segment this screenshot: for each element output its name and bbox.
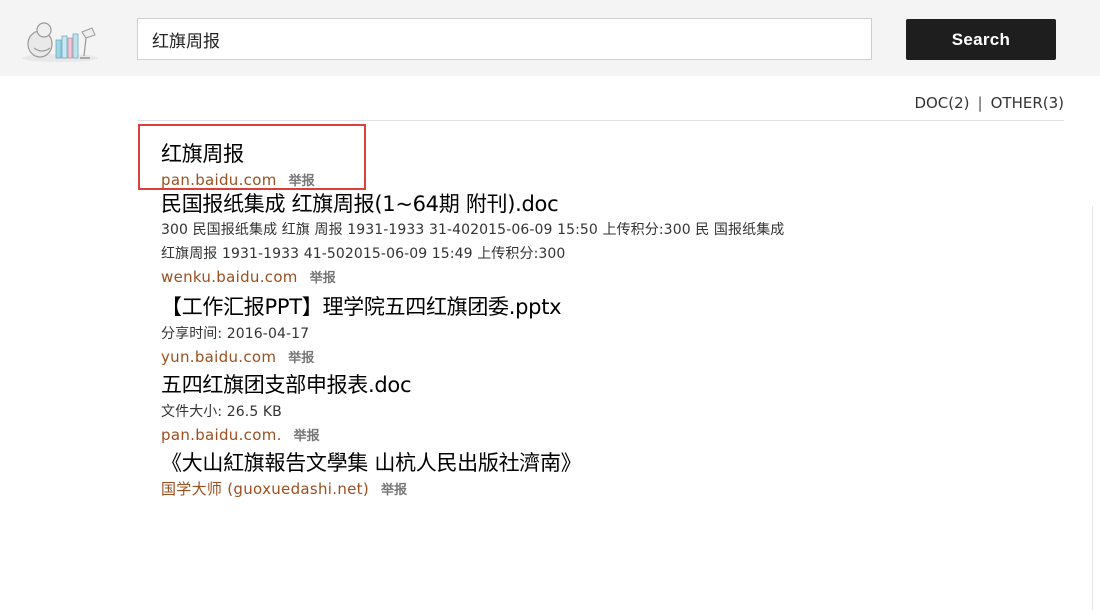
right-border-line [1092, 206, 1093, 610]
result-item: 红旗周报 pan.baidu.com 举报 [161, 138, 1061, 189]
result-description: 红旗周报 1931-1933 41-502015-06-09 15:49 上传积… [161, 246, 566, 262]
result-item: 民国报纸集成 红旗周报(1~64期 附刊).doc 300 民国报纸集成 红旗 … [161, 190, 1061, 290]
filter-other-link[interactable]: OTHER(3) [991, 94, 1064, 112]
result-item: 【工作汇报PPT】理学院五四红旗团委.pptx 分享时间: 2016-04-17… [161, 292, 1061, 370]
result-item: 《大山紅旗報告文學集 山杭人民出版社濟南》 国学大师 (guoxuedashi.… [161, 448, 1061, 502]
books-lamp-logo-icon [22, 22, 98, 62]
page: Search DOC(2) | OTHER(3) 红旗周报 pan.baidu.co… [0, 0, 1100, 610]
result-source-row: 国学大师 (guoxuedashi.net) 举报 [161, 478, 1061, 502]
results-list: 红旗周报 pan.baidu.com 举报 民国报纸集成 红旗周报(1~64期 附… [161, 138, 1061, 502]
search-button[interactable]: Search [906, 19, 1056, 60]
result-title-link[interactable]: 【工作汇报PPT】理学院五四红旗团委.pptx [161, 292, 1061, 322]
report-link[interactable]: 举报 [294, 429, 320, 444]
result-source-row: yun.baidu.com 举报 [161, 346, 1061, 370]
result-source-url[interactable]: pan.baidu.com [161, 171, 277, 189]
result-source-url[interactable]: wenku.baidu.com [161, 268, 298, 286]
result-source-url[interactable]: yun.baidu.com [161, 348, 276, 366]
result-description: 分享时间: 2016-04-17 [161, 326, 310, 342]
result-item: 五四红旗团支部申报表.doc 文件大小: 26.5 KB pan.baidu.c… [161, 370, 1061, 448]
results-divider [137, 120, 1064, 121]
result-source-url[interactable]: pan.baidu.com. [161, 426, 282, 444]
result-description: 300 民国报纸集成 红旗 周报 1931-1933 31-402015-06-… [161, 222, 785, 238]
result-description: 文件大小: 26.5 KB [161, 404, 282, 420]
header-bar: Search [0, 0, 1100, 76]
site-logo[interactable] [20, 18, 100, 64]
filter-separator: | [977, 94, 983, 112]
search-box [137, 18, 872, 60]
result-title-link[interactable]: 《大山紅旗報告文學集 山杭人民出版社濟南》 [161, 448, 1061, 478]
result-source-url[interactable]: 国学大师 (guoxuedashi.net) [161, 480, 369, 498]
result-title-link[interactable]: 红旗周报 [161, 138, 1061, 169]
report-link[interactable]: 举报 [310, 271, 336, 286]
search-input[interactable] [138, 19, 871, 59]
result-source-row: pan.baidu.com. 举报 [161, 424, 1061, 448]
report-link[interactable]: 举报 [288, 351, 314, 366]
result-source-row: wenku.baidu.com 举报 [161, 266, 1061, 290]
report-link[interactable]: 举报 [289, 174, 315, 189]
filter-doc-link[interactable]: DOC(2) [914, 94, 969, 112]
result-title-link[interactable]: 民国报纸集成 红旗周报(1~64期 附刊).doc [161, 190, 1061, 218]
result-title-link[interactable]: 五四红旗团支部申报表.doc [161, 370, 1061, 400]
report-link[interactable]: 举报 [381, 483, 407, 498]
file-type-filter: DOC(2) | OTHER(3) [914, 94, 1064, 112]
